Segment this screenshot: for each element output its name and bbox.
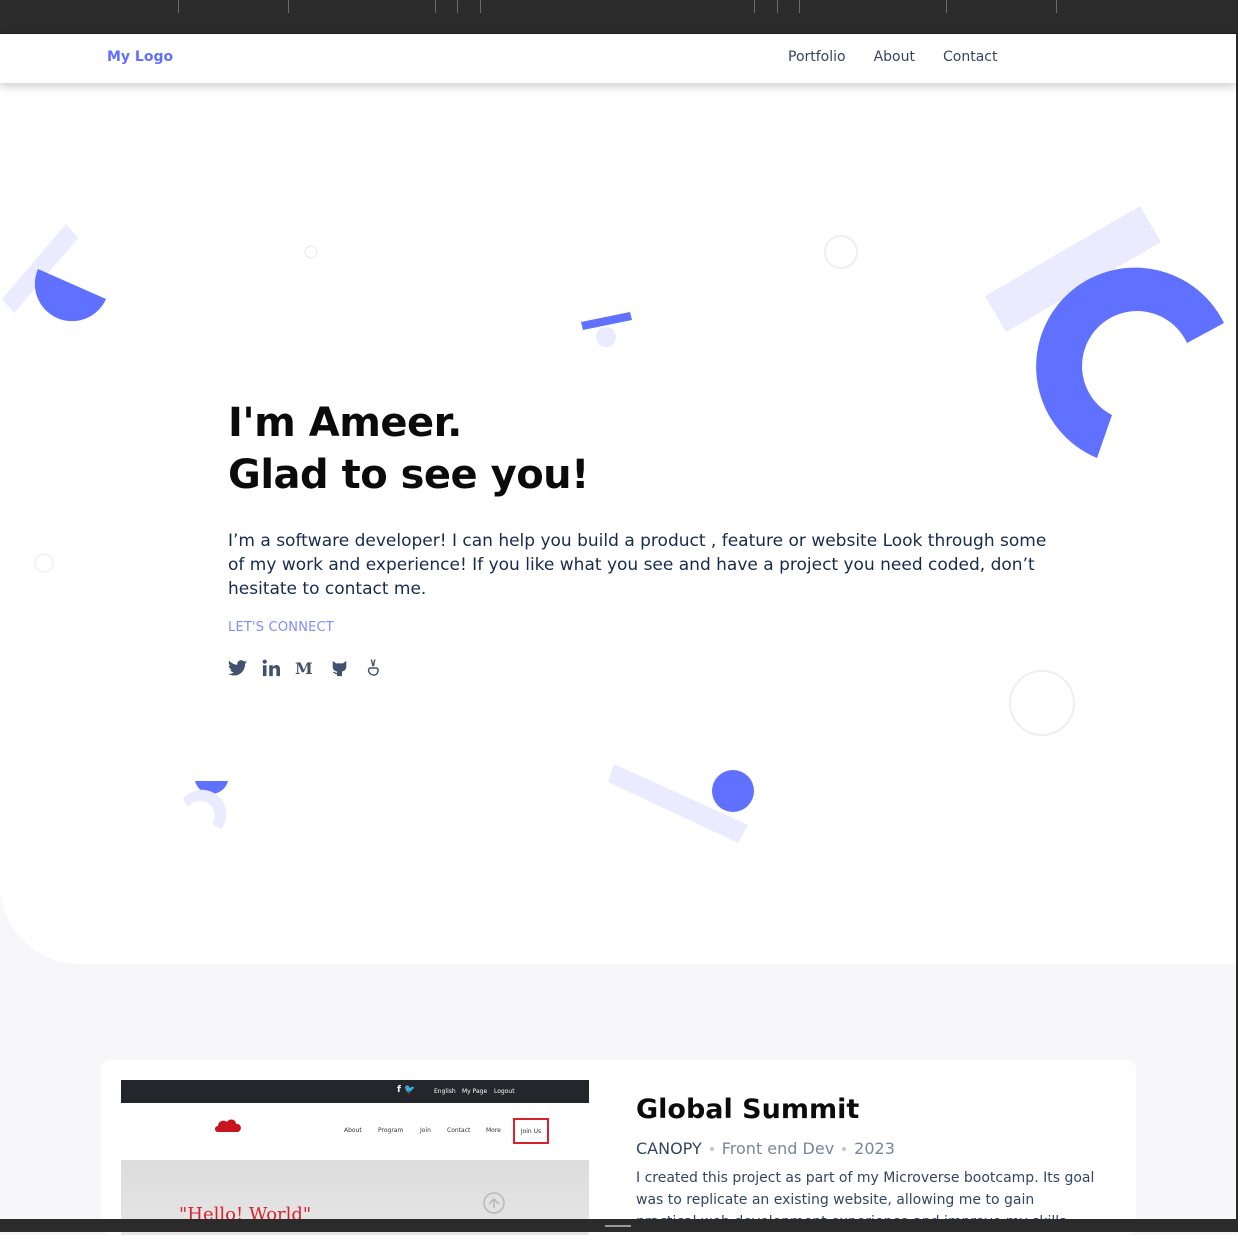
- hero-title: I'm Ameer. Glad to see you!: [228, 397, 589, 501]
- twitter-icon[interactable]: [227, 658, 247, 678]
- project-role: Front end Dev: [721, 1139, 835, 1158]
- project-year: 2023: [854, 1139, 895, 1158]
- site-logo[interactable]: My Logo: [107, 49, 173, 65]
- hero-title-line-2: Glad to see you!: [228, 452, 589, 498]
- screenshot-top-link: English: [434, 1088, 456, 1095]
- lets-connect-label: LET'S CONNECT: [228, 620, 334, 635]
- chrome-divider: [946, 0, 947, 13]
- project-meta: CANOPY Front end Dev 2023: [636, 1139, 895, 1158]
- social-links: M: [227, 658, 383, 678]
- meta-separator: [709, 1146, 714, 1151]
- nav-link-portfolio[interactable]: Portfolio: [788, 49, 846, 65]
- chrome-divider: [777, 0, 778, 13]
- chrome-divider: [1056, 0, 1057, 13]
- nav-link-contact[interactable]: Contact: [943, 49, 997, 65]
- hero-title-line-1: I'm Ameer.: [228, 400, 462, 446]
- project-title: Global Summit: [636, 1094, 860, 1125]
- screenshot-menu-item: About: [344, 1127, 362, 1134]
- screenshot-topbar: f 🐦 English My Page Logout: [121, 1080, 589, 1103]
- chrome-divider: [799, 0, 800, 13]
- project-client: CANOPY: [636, 1139, 702, 1158]
- chrome-divider: [480, 0, 481, 13]
- screenshot-menu-item: Join: [420, 1127, 431, 1134]
- chrome-divider: [754, 0, 755, 13]
- screenshot-menu-item: Program: [378, 1127, 404, 1134]
- linkedin-icon[interactable]: [261, 658, 281, 678]
- svg-text:M: M: [295, 660, 313, 676]
- resize-grip[interactable]: [605, 1225, 631, 1227]
- angellist-icon[interactable]: [363, 658, 383, 678]
- screenshot-menu-item: More: [486, 1127, 501, 1134]
- chrome-divider: [178, 0, 179, 13]
- hero-section: I'm Ameer. Glad to see you! I’m a softwa…: [0, 83, 1236, 964]
- chrome-divider: [457, 0, 458, 13]
- screenshot-join-button: Join Us: [513, 1118, 549, 1144]
- project-screenshot[interactable]: f 🐦 English My Page Logout About Program…: [121, 1080, 589, 1235]
- site-header: My Logo Portfolio About Contact: [0, 34, 1236, 83]
- screenshot-top-link: My Page: [462, 1088, 488, 1095]
- meta-separator: [842, 1146, 847, 1151]
- screenshot-emblem-icon: [483, 1192, 505, 1214]
- bottom-scroll-bar[interactable]: [0, 1219, 1238, 1232]
- facebook-twitter-icon: f 🐦: [397, 1085, 416, 1095]
- screenshot-top-link: Logout: [494, 1088, 515, 1095]
- browser-chrome-bar: [0, 0, 1238, 34]
- chrome-divider: [435, 0, 436, 13]
- decorative-shapes: [2, 206, 1224, 843]
- project-card: f 🐦 English My Page Logout About Program…: [101, 1060, 1136, 1235]
- screenshot-menu-item: Contact: [447, 1127, 471, 1134]
- nav-link-about[interactable]: About: [874, 49, 915, 65]
- github-icon[interactable]: [329, 658, 349, 678]
- chrome-divider: [288, 0, 289, 13]
- cloud-logo-icon: [215, 1119, 241, 1132]
- medium-icon[interactable]: M: [295, 658, 315, 678]
- hero-intro: I’m a software developer! I can help you…: [228, 531, 1047, 599]
- nav-links: Portfolio About Contact: [788, 49, 997, 65]
